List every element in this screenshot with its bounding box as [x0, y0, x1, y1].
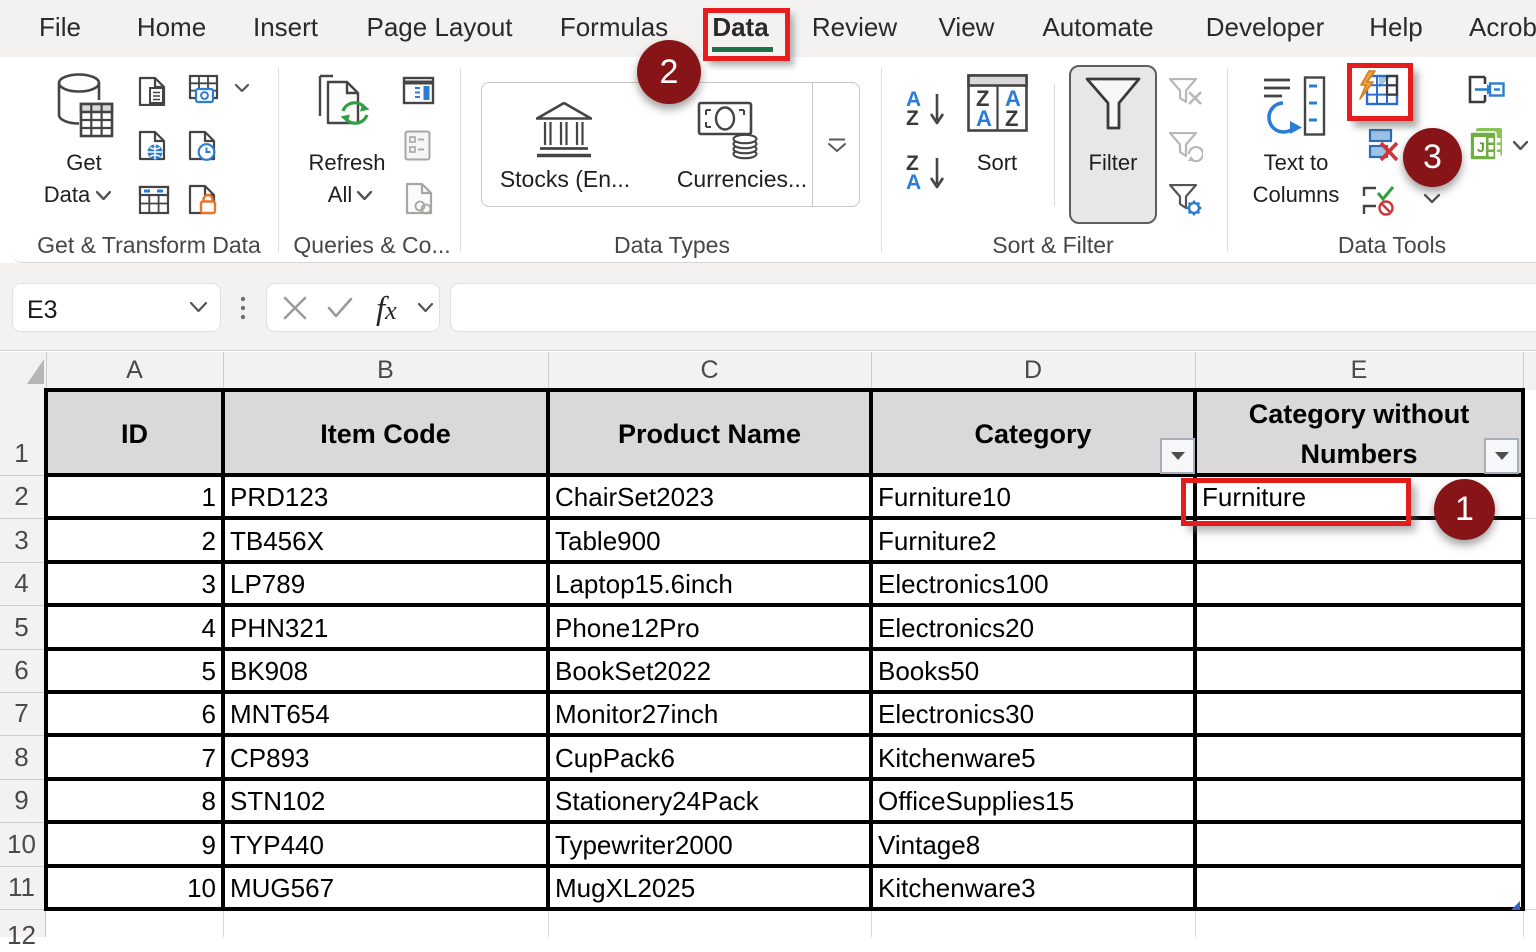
- svg-text:J: J: [1477, 139, 1485, 155]
- svg-text:A: A: [976, 106, 992, 131]
- svg-text:A: A: [906, 171, 921, 192]
- svg-text:Z: Z: [906, 107, 919, 128]
- svg-text:Z: Z: [1005, 106, 1018, 131]
